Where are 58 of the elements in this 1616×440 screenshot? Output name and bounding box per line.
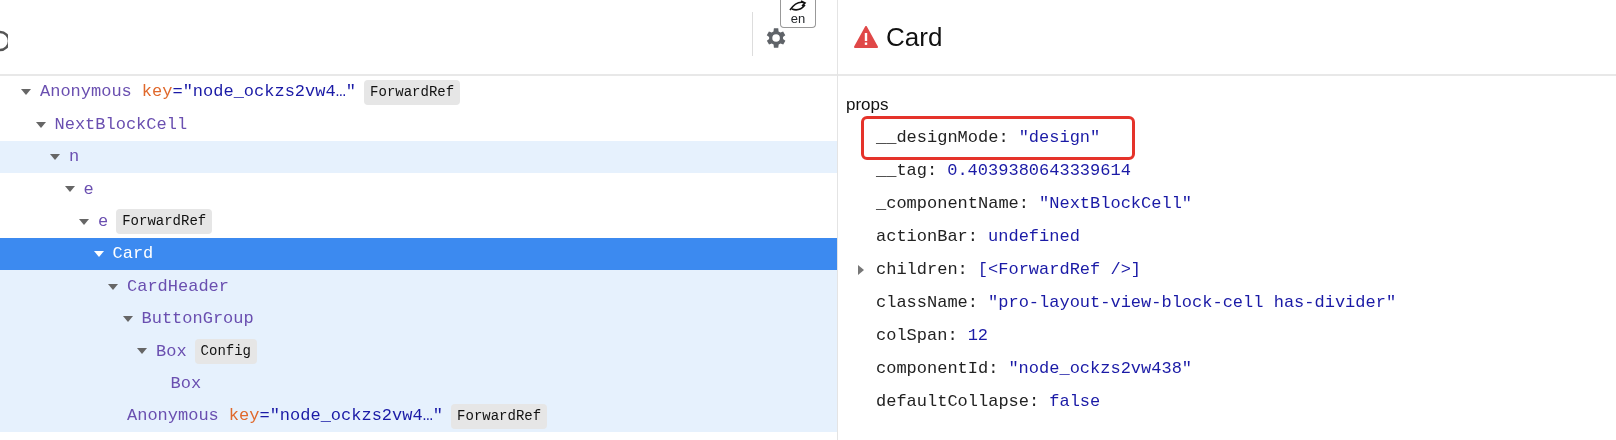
expanded-arrow-icon[interactable] bbox=[49, 151, 61, 162]
component-name: Box bbox=[170, 372, 202, 395]
component-title: Card bbox=[886, 20, 943, 54]
warning-icon bbox=[854, 26, 878, 48]
key-value: ="node_ockzs2vw4…" bbox=[172, 81, 357, 104]
prop-value: false bbox=[1049, 392, 1101, 412]
component-name: Anonymous bbox=[127, 405, 219, 428]
prop-name: componentId: bbox=[876, 359, 999, 379]
component-badge: ForwardRef bbox=[116, 209, 213, 235]
component-name: e bbox=[83, 178, 94, 201]
prop-name: children: bbox=[876, 260, 968, 280]
prop-name: actionBar: bbox=[876, 227, 979, 247]
component-name: Box bbox=[156, 340, 187, 363]
expanded-arrow-icon[interactable] bbox=[121, 313, 134, 324]
component-name: e bbox=[98, 211, 109, 233]
prop-name: __tag: bbox=[876, 161, 938, 181]
tree-row[interactable]: Anonymous key="node_ockzs2vw4…" ForwardRef bbox=[0, 76, 837, 109]
tree-row[interactable]: Box Config bbox=[0, 335, 837, 368]
prop-value: 12 bbox=[967, 326, 989, 346]
key-attribute: key bbox=[141, 81, 173, 104]
prop-name: className: bbox=[876, 293, 979, 313]
tree-row[interactable]: CardHeader bbox=[0, 270, 837, 303]
tree-row[interactable]: Card bbox=[0, 237, 837, 271]
tree-row[interactable]: ButtonGroup bbox=[0, 302, 837, 336]
prop-name: defaultCollapse: bbox=[876, 392, 1040, 412]
tree-row[interactable]: n bbox=[0, 140, 837, 174]
prop-value: undefined bbox=[988, 227, 1080, 247]
collapsed-arrow-icon[interactable] bbox=[856, 263, 866, 276]
prop-value: [<ForwardRef />] bbox=[977, 260, 1142, 280]
tree-row[interactable]: e bbox=[0, 173, 837, 206]
component-badge: ForwardRef bbox=[364, 79, 461, 105]
prop-name: _componentName: bbox=[876, 194, 1030, 214]
prop-value: "NextBlockCell" bbox=[1039, 194, 1193, 214]
section-label: props bbox=[846, 95, 889, 114]
tree-row[interactable]: NextBlockCell bbox=[0, 108, 837, 141]
component-badge: ForwardRef bbox=[451, 403, 548, 429]
key-attribute: key bbox=[228, 405, 260, 428]
prop-value: "node_ockzs2vw438" bbox=[1008, 359, 1193, 379]
component-name: Card bbox=[112, 243, 154, 266]
component-name: ButtonGroup bbox=[141, 308, 254, 331]
tree-row[interactable]: Anonymous key="node_ockzs2vw4…" ForwardRef bbox=[0, 399, 837, 433]
component-name: CardHeader bbox=[127, 275, 230, 298]
prop-name: __designMode: bbox=[876, 128, 1009, 148]
tree-row[interactable]: Box bbox=[0, 367, 837, 400]
prop-name: colSpan: bbox=[876, 326, 958, 346]
prop-value: "design" bbox=[1018, 128, 1101, 148]
key-value: ="node_ockzs2vw4…" bbox=[259, 405, 444, 428]
component-name: n bbox=[69, 146, 80, 169]
expanded-arrow-icon[interactable] bbox=[107, 281, 119, 292]
prop-value: 0.4039380643339614 bbox=[947, 161, 1131, 181]
expanded-arrow-icon[interactable] bbox=[78, 216, 90, 227]
prop-value: "pro-layout-view-block-cell has-divider" bbox=[988, 293, 1397, 313]
component-name: NextBlockCell bbox=[54, 113, 188, 136]
tree-row[interactable]: e ForwardRef bbox=[0, 205, 837, 238]
component-name: Anonymous bbox=[40, 81, 132, 104]
component-badge: Config bbox=[194, 338, 258, 364]
expanded-arrow-icon[interactable] bbox=[34, 119, 47, 130]
language-label: en bbox=[790, 12, 806, 25]
